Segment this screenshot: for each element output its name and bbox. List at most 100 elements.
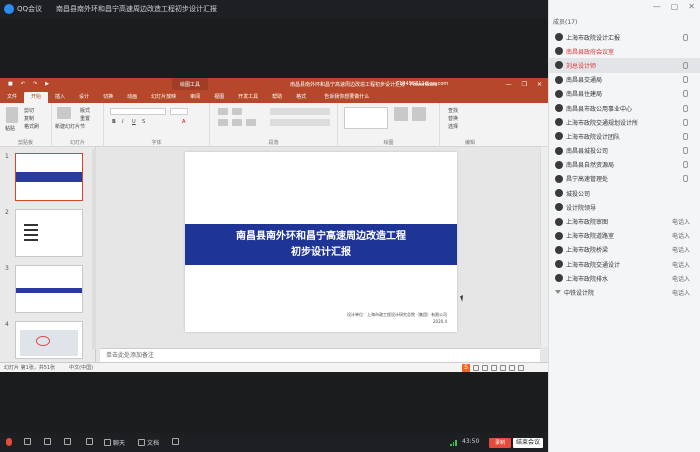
tab-design[interactable]: 设计 <box>72 92 96 103</box>
participant-row[interactable]: 城投公司 <box>549 186 700 200</box>
ppt-close-icon[interactable]: ✕ <box>537 81 542 88</box>
tab-insert[interactable]: 插入 <box>48 92 72 103</box>
numbering-icon[interactable] <box>232 108 242 115</box>
quick-styles-icon[interactable] <box>412 107 426 121</box>
participant-row[interactable]: 上海市政院交通设计 电话入 <box>549 257 700 271</box>
panel-minimize-icon[interactable]: — <box>653 2 661 11</box>
avatar <box>555 47 563 56</box>
participant-row[interactable]: 上海市政院交通规划设计所 <box>549 115 700 129</box>
slide-thumbnail-3[interactable] <box>15 265 83 313</box>
manage-button[interactable]: 聊天 <box>104 438 125 447</box>
paste-button[interactable]: 粘贴 <box>5 125 15 132</box>
paste-icon[interactable] <box>6 107 18 123</box>
participant-row[interactable]: 刘总设计师 <box>549 58 700 73</box>
new-slide-button[interactable]: 新建幻灯片 <box>55 123 80 130</box>
participant-row[interactable]: 上海市政院审图 电话入 <box>549 214 700 228</box>
reset-button[interactable]: 重置 <box>80 115 90 122</box>
editor-scrollbar[interactable] <box>540 147 548 347</box>
tab-review[interactable]: 审阅 <box>183 92 207 103</box>
align-left-icon[interactable] <box>218 119 228 126</box>
copy-button[interactable]: 复制 <box>24 115 34 122</box>
align-right-icon[interactable] <box>246 119 256 126</box>
tab-file[interactable]: 文件 <box>0 92 24 103</box>
slide-thumbnail-2[interactable] <box>15 209 83 257</box>
participant-row[interactable]: 南昌县住建局 <box>549 87 700 101</box>
participant-row[interactable]: 上海市政院设计汇报 <box>549 30 700 44</box>
more-button[interactable] <box>172 438 179 445</box>
align-center-icon[interactable] <box>232 119 242 126</box>
end-meeting-button[interactable]: 结束会议 <box>513 438 543 448</box>
bold-icon[interactable]: B <box>112 119 116 125</box>
shapes-gallery[interactable] <box>344 107 388 129</box>
participant-row[interactable]: 上海市政院设计团队 <box>549 129 700 143</box>
participant-row[interactable]: 上海市政院道路室 电话入 <box>549 229 700 243</box>
status-language[interactable]: 中文(中国) <box>69 364 93 371</box>
tab-home[interactable]: 开始 <box>24 92 49 103</box>
select-button[interactable]: 选择 <box>448 123 458 130</box>
underline-icon[interactable]: U <box>132 119 136 125</box>
tab-developer[interactable]: 开发工具 <box>231 92 265 103</box>
tab-transitions[interactable]: 切换 <box>96 92 120 103</box>
ime-mode-icon[interactable] <box>473 365 479 371</box>
doc-button[interactable]: 文档 <box>138 438 159 447</box>
share-button[interactable] <box>44 438 51 445</box>
layout-button[interactable]: 版式 <box>80 107 90 114</box>
cut-button[interactable]: 剪切 <box>24 107 34 114</box>
tell-me-box[interactable]: 告诉我你想要做什么 <box>317 92 376 103</box>
members-button[interactable] <box>64 438 71 445</box>
replace-button[interactable]: 替换 <box>448 115 458 122</box>
tab-help[interactable]: 帮助 <box>265 92 289 103</box>
participant-row[interactable]: 上海市政院桥梁 电话入 <box>549 243 700 257</box>
slide-thumbnail-4[interactable] <box>15 321 83 359</box>
ime-punct-icon[interactable] <box>482 365 488 371</box>
thumbnails-scrollbar[interactable] <box>92 149 96 349</box>
ppt-user[interactable]: 614493811@qq.com <box>396 81 448 87</box>
italic-icon[interactable]: I <box>122 119 123 125</box>
panel-maximize-icon[interactable]: ▢ <box>671 2 679 11</box>
section-button[interactable]: 节 <box>80 123 85 130</box>
chat-button[interactable] <box>86 438 93 445</box>
undo-icon[interactable]: ↶ <box>21 81 25 87</box>
text-direction-button[interactable] <box>270 108 330 115</box>
ime-menu-icon[interactable] <box>518 365 524 371</box>
ppt-restore-icon[interactable]: ❐ <box>522 81 527 88</box>
participant-row[interactable]: 中铁设计院 电话入 <box>549 285 700 299</box>
panel-close-icon[interactable]: ✕ <box>688 2 695 11</box>
start-slideshow-icon[interactable]: ▶ <box>45 81 49 87</box>
tab-animations[interactable]: 动画 <box>120 92 144 103</box>
participant-row[interactable]: 昌宁高速管理处 <box>549 172 700 186</box>
notes-pane[interactable]: 单击此处添加备注 <box>100 348 540 362</box>
video-button[interactable] <box>24 438 31 445</box>
participant-row[interactable]: 南昌县城投公司 <box>549 144 700 158</box>
ppt-minimize-icon[interactable]: — <box>506 81 512 88</box>
new-slide-icon[interactable] <box>57 107 71 119</box>
slide-thumbnail-1[interactable] <box>15 153 83 201</box>
font-size-select[interactable] <box>170 108 188 115</box>
tab-slideshow[interactable]: 幻灯片放映 <box>144 92 183 103</box>
format-painter-button[interactable]: 格式刷 <box>24 123 39 130</box>
participant-row[interactable]: 南昌县市政公用事业中心 <box>549 101 700 115</box>
participant-row[interactable]: 南昌县自然资源局 <box>549 158 700 172</box>
arrange-icon[interactable] <box>394 107 408 121</box>
ime-skin-icon[interactable] <box>509 365 515 371</box>
record-button[interactable]: 录制 <box>489 438 511 448</box>
tab-format[interactable]: 格式 <box>289 92 313 103</box>
find-button[interactable]: 查找 <box>448 107 458 114</box>
shadow-icon[interactable]: S <box>142 119 145 125</box>
save-icon[interactable]: ■ <box>8 81 13 87</box>
current-slide[interactable]: 南昌县南外环和昌宁高速周边改造工程 初步设计汇报 设计单位：上海市政工程设计研究… <box>185 152 457 332</box>
participant-row[interactable]: 南昌县交通局 <box>549 73 700 87</box>
redo-icon[interactable]: ↷ <box>33 81 37 87</box>
font-color-icon[interactable]: A <box>182 119 185 125</box>
ime-keyboard-icon[interactable] <box>500 365 506 371</box>
participant-row[interactable]: 上海市政院排水 电话入 <box>549 271 700 285</box>
font-name-select[interactable] <box>110 108 166 115</box>
ime-mic-icon[interactable] <box>491 365 497 371</box>
mute-button[interactable] <box>6 438 12 446</box>
participant-row[interactable]: 设计院领导 <box>549 200 700 214</box>
bullets-icon[interactable] <box>218 108 228 115</box>
sogou-ime-icon[interactable]: S <box>462 364 470 372</box>
tab-view[interactable]: 视图 <box>207 92 231 103</box>
participant-row[interactable]: 南昌县政府会议室 <box>549 44 700 58</box>
smartart-button[interactable] <box>270 119 330 126</box>
